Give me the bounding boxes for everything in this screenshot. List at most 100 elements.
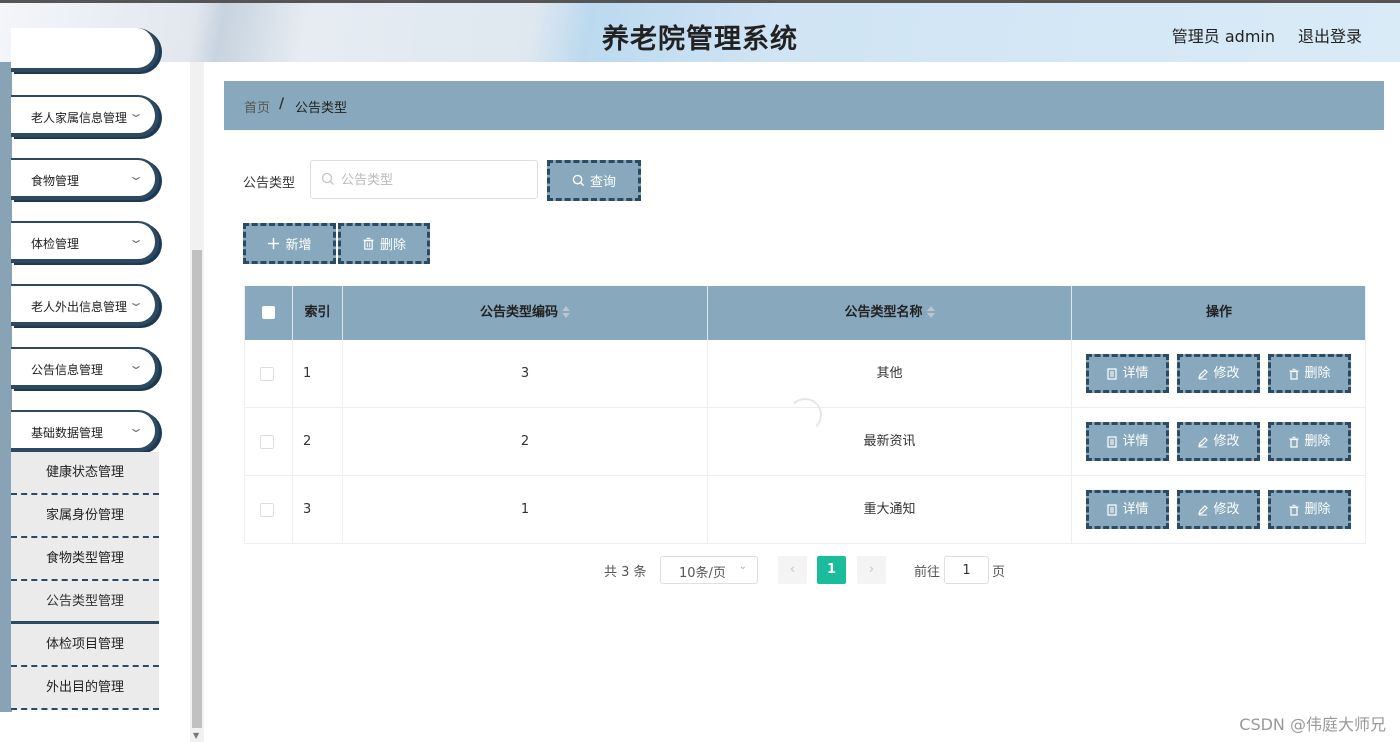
select-all-checkbox[interactable] bbox=[262, 306, 275, 319]
edit-button[interactable]: 修改 bbox=[1177, 422, 1260, 461]
sidebar-menu-label: 食物管理 bbox=[31, 174, 80, 188]
edit-pencil-icon bbox=[1198, 368, 1209, 379]
edit-pencil-icon bbox=[1198, 436, 1209, 447]
sidebar-menu-cutoff[interactable] bbox=[11, 28, 159, 72]
page-number-current[interactable]: 1 bbox=[817, 556, 846, 584]
submenu-outing-purpose[interactable]: 外出目的管理 bbox=[11, 667, 159, 710]
goto-page-input[interactable] bbox=[944, 556, 989, 584]
cell-code: 2 bbox=[343, 408, 708, 475]
add-button-label: 新增 bbox=[285, 238, 312, 253]
goto-label: 前往 bbox=[914, 565, 941, 580]
chevron-down-icon: ⌄ bbox=[127, 232, 145, 246]
chevron-up-icon: ⌄ bbox=[127, 421, 145, 435]
sidebar-menu-checkup[interactable]: 体检管理 ⌄ bbox=[11, 221, 159, 263]
sidebar-menu-base-data[interactable]: 基础数据管理 ⌄ bbox=[11, 410, 159, 452]
edit-button[interactable]: 修改 bbox=[1177, 490, 1260, 529]
header-code[interactable]: 公告类型编码 bbox=[343, 286, 708, 340]
top-header: 养老院管理系统 管理员 admin 退出登录 bbox=[0, 0, 1400, 62]
row-checkbox[interactable] bbox=[260, 435, 274, 449]
sort-icon[interactable] bbox=[562, 305, 570, 318]
detail-button[interactable]: 详情 bbox=[1086, 490, 1169, 529]
sidebar-menu-label: 公告信息管理 bbox=[31, 363, 104, 377]
cell-name: 最新资讯 bbox=[708, 408, 1072, 475]
chevron-down-icon: ⌄ bbox=[127, 295, 145, 309]
submenu-health-status[interactable]: 健康状态管理 bbox=[11, 452, 159, 495]
batch-delete-button[interactable]: 删除 bbox=[338, 223, 430, 264]
table-header: 索引 公告类型编码 公告类型名称 操作 bbox=[244, 286, 1366, 340]
logout-link[interactable]: 退出登录 bbox=[1298, 23, 1362, 47]
cell-actions: 详情 修改 删除 bbox=[1072, 340, 1366, 407]
delete-button[interactable]: 删除 bbox=[1268, 422, 1351, 461]
sort-icon[interactable] bbox=[926, 305, 935, 318]
cell-index: 1 bbox=[293, 340, 343, 407]
submenu-notice-type[interactable]: 公告类型管理 bbox=[11, 581, 159, 624]
table-row: 3 1 重大通知 详情 修改 删除 bbox=[244, 476, 1366, 544]
cell-code: 1 bbox=[343, 476, 708, 543]
submenu-food-type[interactable]: 食物类型管理 bbox=[11, 538, 159, 581]
goto-page-suffix: 页 bbox=[992, 565, 1006, 580]
cell-name: 其他 bbox=[708, 340, 1072, 407]
sidebar-menu-label: 基础数据管理 bbox=[31, 426, 104, 440]
batch-delete-button-label: 删除 bbox=[379, 238, 406, 253]
chevron-down-icon: ⌄ bbox=[127, 106, 145, 120]
cell-name: 重大通知 bbox=[708, 476, 1072, 543]
search-input[interactable] bbox=[341, 169, 531, 191]
cell-index: 3 bbox=[293, 476, 343, 543]
detail-button[interactable]: 详情 bbox=[1086, 354, 1169, 393]
sidebar-scrollbar-thumb[interactable] bbox=[192, 250, 202, 728]
trash-icon bbox=[1289, 436, 1299, 448]
query-button[interactable]: 查询 bbox=[547, 160, 641, 201]
header-select-cell bbox=[244, 286, 293, 340]
header-index: 索引 bbox=[293, 286, 343, 340]
chevron-down-icon: ⌄ bbox=[127, 169, 145, 183]
chevron-down-icon: ⌄ bbox=[127, 358, 145, 372]
search-label: 公告类型 bbox=[243, 176, 296, 191]
breadcrumb: 首页 / 公告类型 bbox=[224, 81, 1384, 130]
sidebar-menu-label: 老人家属信息管理 bbox=[31, 111, 128, 125]
search-icon bbox=[572, 174, 585, 187]
edit-pencil-icon bbox=[1198, 504, 1209, 515]
cell-actions: 详情 修改 删除 bbox=[1072, 476, 1366, 543]
chevron-down-icon: ⌄ bbox=[738, 561, 747, 572]
cell-index: 2 bbox=[293, 408, 343, 475]
scroll-down-arrow-icon[interactable]: ▼ bbox=[193, 731, 199, 740]
sidebar-menu-family-info[interactable]: 老人家属信息管理 ⌄ bbox=[11, 95, 159, 137]
document-icon bbox=[1107, 367, 1118, 380]
page-size-value: 10条/页 bbox=[679, 566, 726, 581]
breadcrumb-home[interactable]: 首页 bbox=[244, 97, 270, 116]
prev-page-button[interactable]: ‹ bbox=[778, 556, 807, 584]
add-button[interactable]: 新增 bbox=[243, 223, 336, 264]
cell-actions: 详情 修改 删除 bbox=[1072, 408, 1366, 475]
sidebar-menu-food[interactable]: 食物管理 ⌄ bbox=[11, 158, 159, 200]
submenu-family-identity[interactable]: 家属身份管理 bbox=[11, 495, 159, 538]
document-icon bbox=[1107, 435, 1118, 448]
sidebar-menu-label: 老人外出信息管理 bbox=[31, 300, 128, 314]
watermark: CSDN @伟庭大师兄 bbox=[1239, 715, 1386, 734]
cell-code: 3 bbox=[343, 340, 708, 407]
detail-button[interactable]: 详情 bbox=[1086, 422, 1169, 461]
breadcrumb-separator: / bbox=[279, 96, 285, 112]
delete-button[interactable]: 删除 bbox=[1268, 354, 1351, 393]
query-button-label: 查询 bbox=[589, 175, 616, 190]
edit-button[interactable]: 修改 bbox=[1177, 354, 1260, 393]
trash-icon bbox=[363, 237, 374, 250]
plus-icon bbox=[268, 237, 280, 250]
breadcrumb-current: 公告类型 bbox=[295, 101, 348, 116]
current-user-label: 管理员 admin bbox=[1171, 27, 1275, 46]
row-checkbox[interactable] bbox=[260, 503, 274, 517]
next-page-button[interactable]: › bbox=[857, 556, 886, 584]
trash-icon bbox=[1289, 368, 1299, 380]
delete-button[interactable]: 删除 bbox=[1268, 490, 1351, 529]
header-actions: 操作 bbox=[1205, 305, 1232, 320]
page-size-select[interactable]: 10条/页 ⌄ bbox=[660, 556, 758, 584]
sidebar-menu-outing[interactable]: 老人外出信息管理 ⌄ bbox=[11, 284, 159, 326]
pagination-total: 共 3 条 bbox=[604, 565, 647, 580]
loading-spinner-icon bbox=[788, 398, 822, 432]
header-name[interactable]: 公告类型名称 bbox=[708, 286, 1072, 340]
search-input-wrapper[interactable] bbox=[310, 160, 538, 199]
document-icon bbox=[1107, 503, 1118, 516]
row-checkbox[interactable] bbox=[260, 367, 274, 381]
submenu-checkup-item[interactable]: 体检项目管理 bbox=[11, 624, 159, 667]
sidebar-menu-label: 体检管理 bbox=[31, 237, 80, 251]
sidebar-menu-notice[interactable]: 公告信息管理 ⌄ bbox=[11, 347, 159, 389]
